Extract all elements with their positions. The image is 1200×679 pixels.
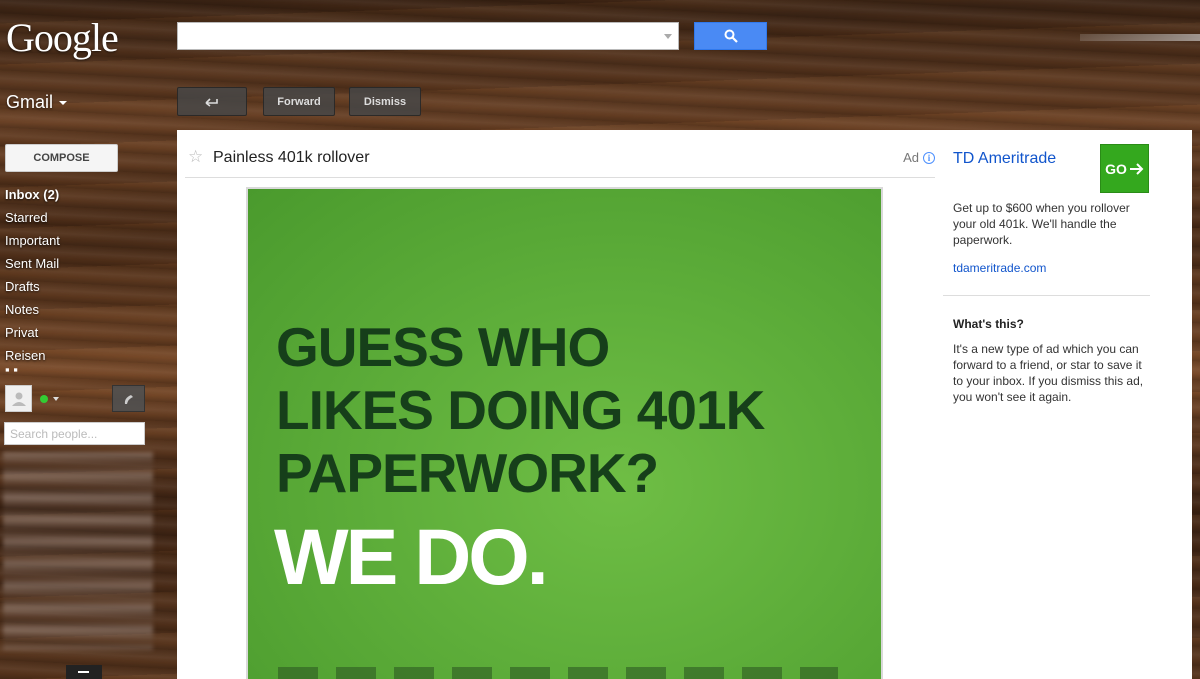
message-subject: Painless 401k rollover — [213, 149, 370, 166]
ad-headline-line-3: PAPERWORK? — [276, 442, 659, 504]
sidebar-item-privat[interactable]: Privat — [0, 321, 170, 344]
user-icon — [11, 392, 26, 406]
compose-button[interactable]: COMPOSE — [5, 144, 118, 172]
account-bar[interactable] — [1080, 34, 1200, 41]
subject-row: ☆ Painless 401k rollover Ad i — [185, 147, 935, 178]
ad-headline-line-1: GUESS WHO — [276, 316, 610, 378]
search-icon — [724, 29, 738, 43]
search-options-caret-icon[interactable] — [664, 34, 672, 39]
sidebar-nav: Inbox (2) Starred Important Sent Mail Dr… — [0, 183, 170, 373]
sidebar-item-important[interactable]: Important — [0, 229, 170, 252]
whats-this-title: What's this? — [953, 317, 1024, 331]
sidebar-item-starred[interactable]: Starred — [0, 206, 170, 229]
ad-cropped-text-decoration — [278, 667, 838, 679]
ad-description: Get up to $600 when you rollover your ol… — [953, 201, 1130, 247]
ad-image[interactable]: GUESS WHO LIKES DOING 401K PAPERWORK? WE… — [246, 187, 883, 679]
message-panel: ☆ Painless 401k rollover Ad i GUESS WHO … — [177, 130, 1192, 679]
search-input[interactable] — [178, 23, 678, 49]
avatar[interactable] — [5, 385, 32, 412]
star-icon[interactable]: ☆ — [188, 147, 203, 167]
search-button[interactable] — [694, 22, 767, 50]
back-arrow-icon — [205, 97, 218, 107]
ad-label: Ad i — [903, 150, 935, 165]
search-box[interactable] — [177, 22, 679, 50]
gmail-menu[interactable]: Gmail — [6, 92, 68, 113]
ad-tagline: WE DO. — [274, 512, 549, 601]
arrow-right-icon — [1129, 162, 1144, 175]
dismiss-button[interactable]: Dismiss — [349, 87, 421, 116]
minus-icon[interactable] — [66, 665, 102, 679]
divider — [943, 295, 1150, 296]
online-status-icon[interactable] — [40, 395, 48, 403]
google-logo[interactable]: Google — [6, 14, 119, 61]
status-chevron-icon[interactable] — [53, 397, 59, 401]
ad-headline: GUESS WHO LIKES DOING 401K PAPERWORK? — [276, 316, 765, 505]
ad-label-text: Ad — [903, 150, 919, 165]
people-search-input[interactable] — [5, 423, 144, 444]
go-button[interactable]: GO — [1100, 144, 1149, 193]
forward-button[interactable]: Forward — [263, 87, 335, 116]
ad-headline-line-2: LIKES DOING 401K — [276, 379, 765, 441]
sidebar-item-sent-mail[interactable]: Sent Mail — [0, 252, 170, 275]
advertiser-link[interactable]: TD Ameritrade — [953, 150, 1056, 168]
gmail-label: Gmail — [6, 92, 54, 112]
sidebar-item-reisen[interactable]: Reisen — [0, 344, 170, 367]
sidebar-more-cutoff[interactable]: ▪ ▪ — [0, 367, 170, 373]
sidebar-item-notes[interactable]: Notes — [0, 298, 170, 321]
new-call-button[interactable] — [112, 385, 145, 412]
people-search-box[interactable] — [4, 422, 145, 445]
sidebar-item-inbox[interactable]: Inbox (2) — [0, 183, 170, 206]
phone-icon — [124, 394, 133, 404]
chevron-down-icon — [59, 100, 68, 105]
contacts-list-blurred[interactable] — [3, 452, 153, 650]
go-label: GO — [1105, 160, 1127, 177]
sidebar-item-drafts[interactable]: Drafts — [0, 275, 170, 298]
back-button[interactable] — [177, 87, 247, 116]
whats-this-text: It's a new type of ad which you can forw… — [953, 342, 1144, 404]
ad-url-link[interactable]: tdameritrade.com — [953, 261, 1046, 275]
info-icon[interactable]: i — [923, 151, 935, 164]
